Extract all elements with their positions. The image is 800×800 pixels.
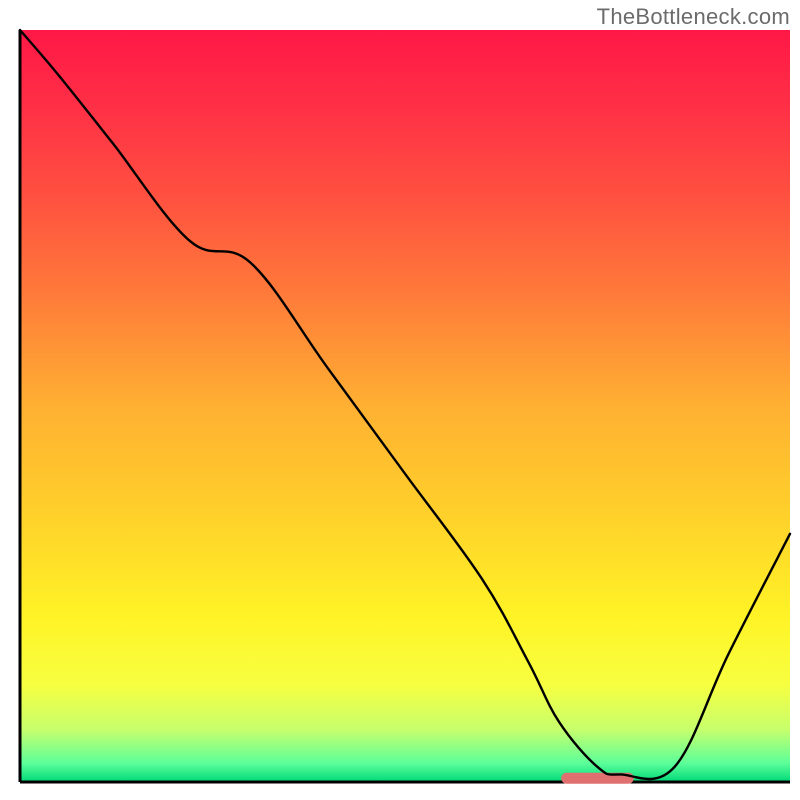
chart-svg <box>0 0 800 800</box>
watermark-text: TheBottleneck.com <box>597 4 790 30</box>
gradient-background <box>20 30 790 782</box>
chart-container: TheBottleneck.com <box>0 0 800 800</box>
